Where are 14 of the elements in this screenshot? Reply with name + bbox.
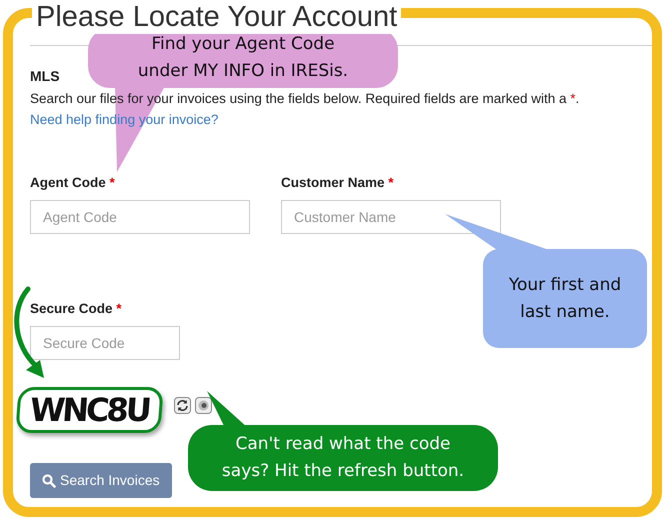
section-heading: MLS — [30, 67, 60, 86]
text-input[interactable]: Agent Code — [30, 200, 250, 234]
help-link[interactable]: Need help finding your invoice? — [30, 112, 218, 128]
search-icon — [42, 474, 56, 488]
speaker-icon[interactable] — [194, 397, 212, 414]
instructions-text: Search our files for your invoices using the fields below. Required fields are marked with a *. — [30, 90, 580, 108]
text-input[interactable]: Secure Code — [30, 326, 180, 360]
refresh-icon[interactable] — [174, 397, 191, 414]
field-label: Customer Name * — [281, 174, 395, 192]
captcha-image: WNC8U — [15, 387, 164, 433]
field-label: Secure Code * — [30, 300, 123, 318]
field-label: Agent Code * — [30, 174, 116, 192]
search-invoices-button[interactable]: Search Invoices — [30, 463, 172, 498]
text-input[interactable]: Customer Name — [281, 200, 501, 234]
